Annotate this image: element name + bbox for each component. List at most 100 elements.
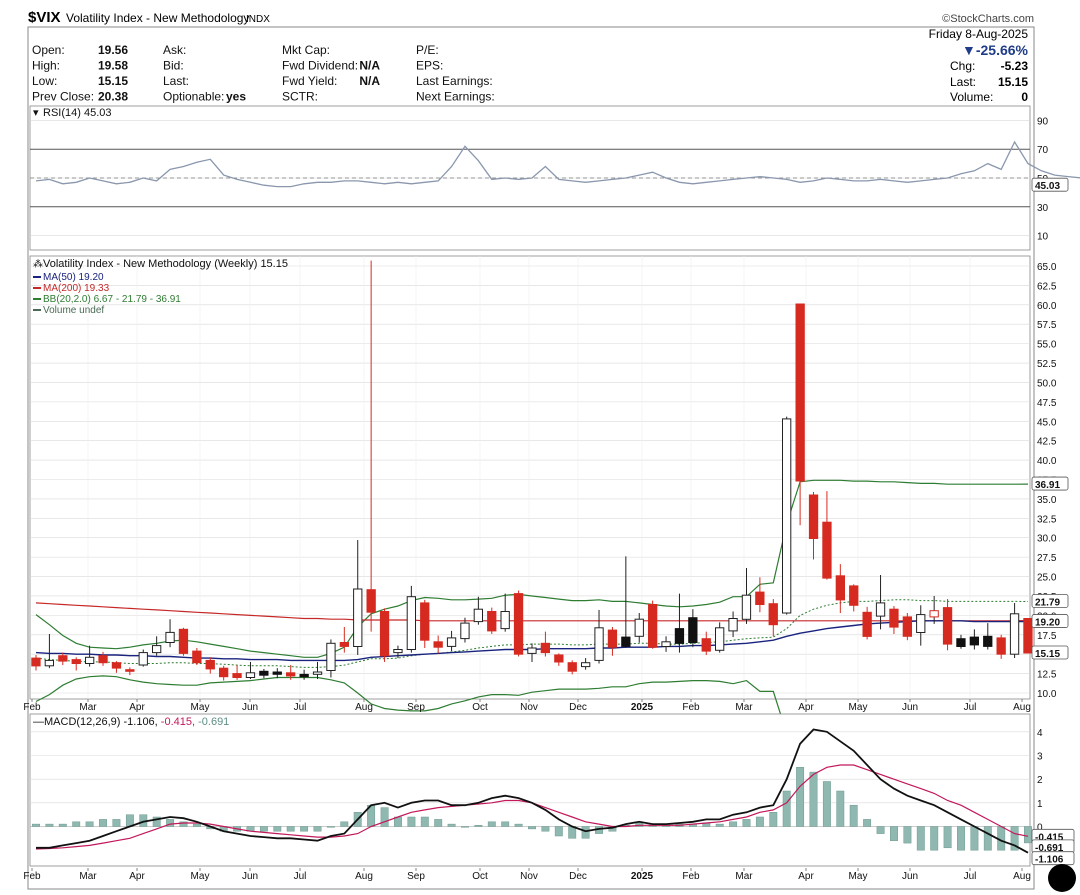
macd-histogram-bar bbox=[729, 821, 738, 827]
macd-histogram-bar bbox=[715, 823, 724, 827]
x-tick-label: Jul bbox=[964, 702, 977, 713]
quote-col4-label: Last Earnings: bbox=[416, 74, 493, 88]
macd-histogram-bar bbox=[461, 826, 469, 828]
x-tick-label: Jun bbox=[902, 702, 918, 713]
quote-col4-label: EPS: bbox=[416, 59, 443, 73]
quote-col3-value: N/A bbox=[359, 74, 380, 88]
x-tick-label: Oct bbox=[472, 702, 488, 713]
macd-histogram-bar bbox=[99, 819, 107, 827]
macd-histogram-bar bbox=[85, 821, 94, 827]
candle-body bbox=[98, 655, 108, 664]
price-y-tick: 60.0 bbox=[1037, 301, 1057, 312]
corner-mark bbox=[1048, 864, 1076, 892]
candle-body bbox=[782, 418, 792, 614]
candle-body bbox=[312, 671, 323, 675]
quote-col3-label: Fwd Yield: bbox=[282, 74, 337, 88]
candle-body bbox=[272, 671, 282, 675]
macd-histogram-bar bbox=[769, 812, 778, 827]
price-y-tick: 45.0 bbox=[1037, 417, 1057, 428]
macd-histogram-bar bbox=[983, 826, 992, 851]
chg-label: Chg: bbox=[950, 59, 975, 73]
candle-body bbox=[473, 608, 484, 623]
macd-y-tick: 3 bbox=[1037, 752, 1043, 763]
quote-col1-label: Open: bbox=[32, 43, 65, 57]
macd-histogram-bar bbox=[930, 826, 939, 851]
quote-col3-label: Fwd Dividend: bbox=[282, 59, 358, 73]
candle-body bbox=[353, 588, 363, 647]
macd-tag: -1.106 bbox=[1035, 855, 1064, 866]
candle-body bbox=[513, 593, 524, 655]
price-y-tick: 35.0 bbox=[1037, 495, 1057, 506]
x-tick-label: Feb bbox=[23, 702, 41, 713]
macd-histogram-bar bbox=[809, 771, 818, 827]
candle-body bbox=[862, 611, 872, 637]
candle-body bbox=[594, 627, 604, 661]
candle-body bbox=[849, 585, 859, 606]
candle-body bbox=[111, 662, 122, 669]
x-tick-label: Aug bbox=[355, 702, 373, 713]
quote-col1-label: High: bbox=[32, 59, 60, 73]
x-tick-label: Apr bbox=[798, 702, 814, 713]
price-y-tick: 65.0 bbox=[1037, 262, 1057, 273]
macd-histogram-bar bbox=[487, 821, 496, 827]
candle-body bbox=[701, 638, 711, 652]
macd-histogram-bar bbox=[863, 819, 872, 827]
candle-body bbox=[956, 638, 966, 648]
macd-title-name: MACD(12,26,9) bbox=[44, 716, 123, 728]
price-legend-entry: MA(50) 19.20 bbox=[43, 272, 104, 283]
x-tick-label: 2025 bbox=[631, 871, 654, 882]
pct-change: ▼-25.66% bbox=[962, 42, 1029, 58]
macd-histogram-bar bbox=[836, 790, 845, 827]
macd-histogram-bar bbox=[970, 826, 979, 851]
candle-body bbox=[969, 636, 980, 646]
quote-col2-label: Bid: bbox=[163, 59, 184, 73]
candle-body bbox=[138, 652, 148, 666]
macd-histogram-bar bbox=[45, 823, 54, 827]
price-y-tick: 50.0 bbox=[1037, 378, 1057, 389]
macd-y-tick: 4 bbox=[1037, 728, 1043, 739]
x-tick-label: Jun bbox=[242, 871, 258, 882]
candle-body bbox=[487, 611, 497, 632]
macd-histogram-bar bbox=[541, 826, 550, 832]
rsi-title: RSI(14) 45.03 bbox=[43, 107, 111, 119]
candle-body bbox=[433, 641, 443, 648]
candle-body bbox=[674, 628, 685, 644]
price-legend-entry: Volume undef bbox=[43, 305, 104, 316]
x-tick-label: Mar bbox=[735, 871, 753, 882]
macd-histogram-bar bbox=[822, 781, 831, 827]
candle-body bbox=[58, 655, 68, 662]
rsi-y-tick: 70 bbox=[1037, 145, 1049, 156]
quote-col3-label: SCTR: bbox=[282, 90, 318, 104]
price-y-tick: 25.0 bbox=[1037, 573, 1057, 584]
ma50-tag: 19.20 bbox=[1035, 618, 1060, 629]
macd-histogram-bar bbox=[1024, 826, 1032, 844]
bb-mid-tag: 21.79 bbox=[1035, 597, 1060, 608]
candle-body bbox=[661, 641, 671, 647]
rsi-y-tick: 10 bbox=[1037, 232, 1049, 243]
stockcharts-logo: ©StockCharts.com bbox=[942, 13, 1034, 25]
macd-histogram-bar bbox=[112, 819, 121, 827]
macd-histogram-bar bbox=[273, 826, 282, 832]
candle-body bbox=[192, 650, 202, 664]
bb-upper-tag: 36.91 bbox=[1035, 480, 1060, 491]
macd-histogram-bar bbox=[420, 816, 429, 827]
candle-body bbox=[393, 649, 403, 654]
macd-histogram-bar bbox=[72, 821, 81, 827]
x-tick-label: Jun bbox=[242, 702, 258, 713]
candle-body bbox=[500, 611, 510, 630]
x-tick-label: Jul bbox=[294, 871, 307, 882]
price-y-tick: 55.0 bbox=[1037, 340, 1057, 351]
macd-histogram-bar bbox=[300, 826, 309, 832]
candle-body bbox=[581, 662, 591, 668]
volume-label: Volume: bbox=[950, 90, 993, 104]
candle-body bbox=[996, 637, 1006, 655]
candle-body bbox=[326, 642, 336, 671]
price-y-tick: 57.5 bbox=[1037, 320, 1057, 331]
macd-histogram-bar bbox=[849, 804, 858, 827]
price-legend-entry: MA(200) 19.33 bbox=[43, 283, 110, 294]
candle-body bbox=[621, 636, 631, 647]
chg-value: -5.23 bbox=[1001, 59, 1029, 73]
candle-body bbox=[822, 521, 832, 579]
x-tick-label: Aug bbox=[355, 871, 373, 882]
price-y-tick: 27.5 bbox=[1037, 553, 1057, 564]
